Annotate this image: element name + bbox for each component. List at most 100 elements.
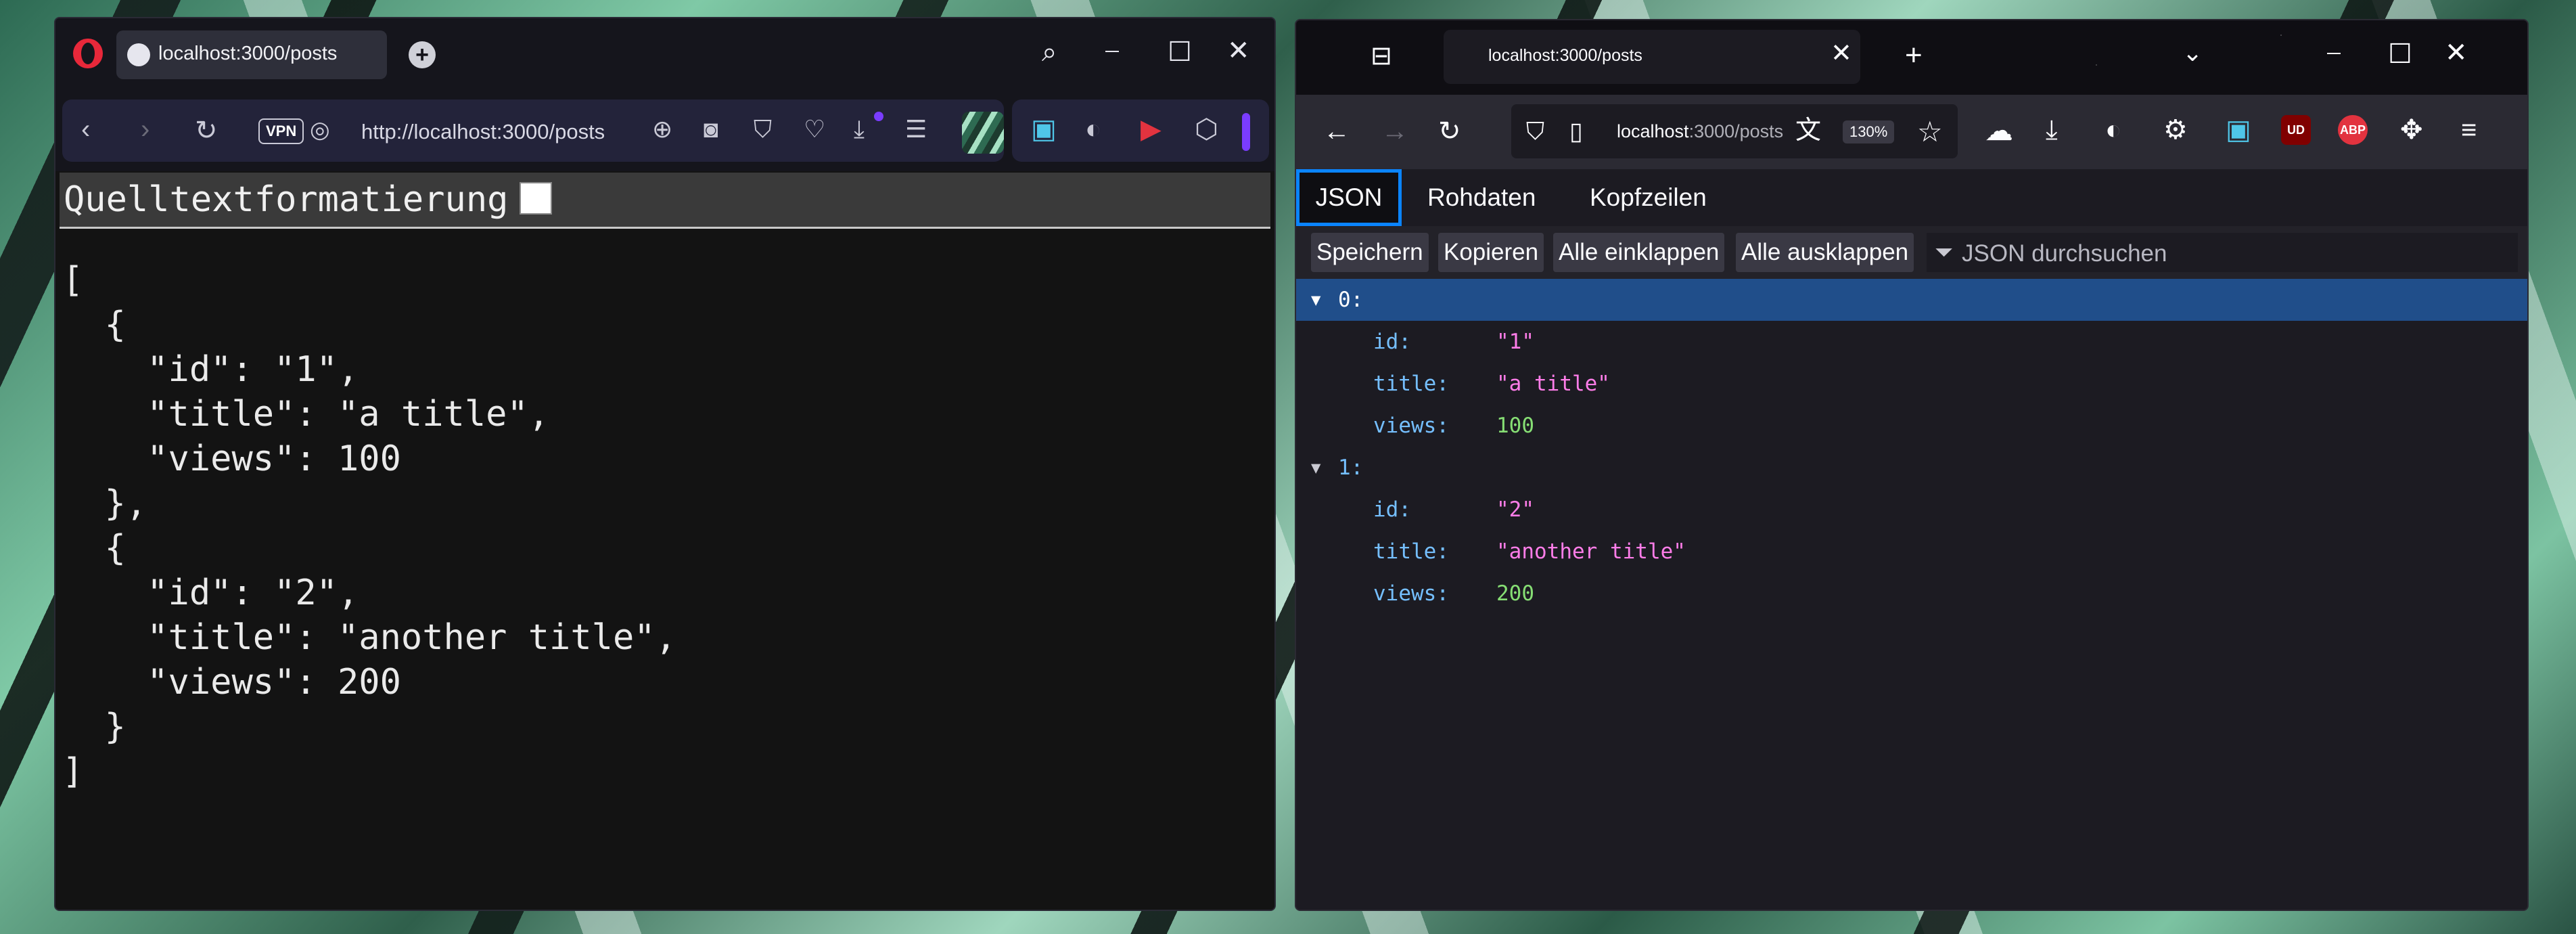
- tree-row[interactable]: title: "another title": [1296, 531, 2527, 573]
- new-tab-button[interactable]: +: [409, 41, 436, 68]
- tree-key: id:: [1373, 497, 1411, 522]
- url-host: localhost: [1617, 121, 1689, 141]
- expand-triangle-icon[interactable]: ▼: [1311, 279, 1320, 321]
- snapshot-camera-icon[interactable]: ◙: [704, 117, 718, 141]
- back-icon[interactable]: ←: [1323, 118, 1350, 145]
- firefox-browser-window: ⊟ localhost:3000/posts ✕ + ⌄ ⎯ ☐ ✕ ← → ↻…: [1295, 19, 2529, 911]
- privacy-extension-icon[interactable]: ⚙: [2163, 116, 2188, 143]
- translate-extension-icon[interactable]: ◐: [1085, 116, 1101, 143]
- tree-value: "1": [1496, 330, 1534, 354]
- zoom-level-button[interactable]: 130%: [1843, 120, 1895, 143]
- list-all-tabs-icon[interactable]: ⌄: [2182, 41, 2203, 65]
- tab-headers[interactable]: Kopfzeilen: [1573, 169, 1723, 226]
- vpn-badge[interactable]: VPN: [258, 118, 304, 144]
- shield-icon[interactable]: ⛉: [754, 117, 772, 141]
- tree-row-object-1[interactable]: ▼ 1:: [1296, 447, 2527, 489]
- filter-placeholder: JSON durchsuchen: [1962, 240, 2167, 267]
- back-icon[interactable]: ‹: [81, 116, 90, 143]
- pretty-print-checkbox[interactable]: [520, 182, 552, 215]
- opera-page-content: Quelltextformatierung [ { "id": "1", "ti…: [55, 171, 1274, 910]
- extensions-puzzle-icon[interactable]: ✥: [2400, 116, 2423, 143]
- tab-raw-data[interactable]: Rohdaten: [1411, 169, 1552, 226]
- opera-title-bar: localhost:3000/posts + ⌕ ⎯ ☐ ✕: [55, 18, 1274, 93]
- tree-value: 100: [1496, 414, 1534, 438]
- bookmark-star-icon[interactable]: ☆: [1917, 118, 1943, 146]
- tree-row[interactable]: title: "a title": [1296, 363, 2527, 405]
- opera-tab[interactable]: localhost:3000/posts: [116, 30, 387, 79]
- tree-value: 200: [1496, 581, 1534, 606]
- download-indicator-dot: [874, 112, 883, 121]
- tracking-protection-shield-icon[interactable]: ⛉: [1526, 119, 1544, 143]
- cube-extension-icon[interactable]: ⬡: [1195, 116, 1218, 143]
- download-icon[interactable]: ⤓: [854, 117, 865, 141]
- new-tab-icon[interactable]: +: [1905, 41, 1923, 70]
- save-button[interactable]: Speichern: [1311, 233, 1429, 272]
- extension-cloud-icon[interactable]: ☁: [1985, 116, 2013, 145]
- reload-icon[interactable]: ↻: [1438, 118, 1461, 145]
- reload-icon[interactable]: ↻: [195, 117, 218, 144]
- extensions-bar: ▣ ◐ ▶ ⬡: [1012, 99, 1269, 162]
- video-extension-icon[interactable]: ▶: [1141, 116, 1162, 143]
- pretty-print-bar: Quelltextformatierung: [60, 173, 1270, 229]
- tab-json[interactable]: JSON: [1296, 169, 1402, 226]
- firefox-tab-title: localhost:3000/posts: [1488, 46, 1642, 65]
- save-extension-icon[interactable]: ▣: [1031, 116, 1057, 143]
- globe-icon: [127, 43, 150, 66]
- tree-key: title:: [1373, 372, 1449, 396]
- close-tab-icon[interactable]: ✕: [1831, 41, 1852, 66]
- tree-row-object-0[interactable]: ▼ 0:: [1296, 279, 2527, 321]
- url-text[interactable]: localhost:3000/posts: [1617, 121, 1783, 142]
- zoom-icon[interactable]: ⊕: [652, 117, 672, 141]
- downloads-icon[interactable]: ⤓: [2046, 116, 2058, 143]
- translate-extension-icon[interactable]: ◐: [2105, 116, 2121, 143]
- maximize-button[interactable]: ☐: [2388, 41, 2412, 68]
- json-tree: ▼ 0: id: "1" title: "a title" views: 100…: [1296, 279, 2527, 910]
- tree-row[interactable]: id: "2": [1296, 489, 2527, 531]
- opera-tab-title: localhost:3000/posts: [158, 43, 338, 64]
- save-extension-icon[interactable]: ▣: [2226, 116, 2251, 143]
- address-bar: ‹ › ↻ VPN ◎ http://localhost:3000/posts …: [62, 99, 1004, 162]
- expand-triangle-icon[interactable]: ▼: [1311, 447, 1320, 489]
- page-info-icon[interactable]: ▯: [1569, 119, 1583, 143]
- sidebar-indicator: [1242, 113, 1250, 151]
- raw-json-text: [ { "id": "1", "title": "a title", "view…: [62, 260, 676, 792]
- easy-setup-icon[interactable]: ☰: [905, 117, 927, 141]
- json-toolbar: Speichern Kopieren Alle einklappen Alle …: [1296, 226, 2527, 279]
- tree-row[interactable]: id: "1": [1296, 321, 2527, 363]
- tab-list-icon[interactable]: ⊟: [1371, 43, 1392, 69]
- opera-navigation-bar: ‹ › ↻ VPN ◎ http://localhost:3000/posts …: [55, 93, 1274, 171]
- json-filter-input[interactable]: ⏷ JSON durchsuchen: [1927, 233, 2518, 272]
- tree-value: "a title": [1496, 372, 1610, 396]
- close-button[interactable]: ✕: [1227, 37, 1250, 64]
- translate-icon[interactable]: 文: [1795, 118, 1821, 143]
- application-menu-icon[interactable]: ≡: [2461, 116, 2477, 143]
- url-field[interactable]: http://localhost:3000/posts: [361, 120, 605, 144]
- tree-row[interactable]: views: 200: [1296, 573, 2527, 615]
- json-viewer-tabs: JSON Rohdaten Kopfzeilen: [1296, 169, 2527, 227]
- adblock-plus-icon[interactable]: ABP: [2338, 115, 2368, 145]
- tree-row[interactable]: views: 100: [1296, 405, 2527, 447]
- url-bar[interactable]: ⛉ ▯ localhost:3000/posts 文 130% ☆: [1511, 104, 1958, 158]
- heart-icon[interactable]: ♡: [804, 117, 825, 141]
- maximize-button[interactable]: ☐: [1168, 39, 1192, 66]
- search-tabs-icon[interactable]: ⌕: [1042, 39, 1057, 66]
- forward-icon[interactable]: →: [1381, 118, 1408, 145]
- minimize-button[interactable]: ⎯: [1105, 36, 1119, 63]
- minimize-button[interactable]: ⎯: [2327, 38, 2341, 65]
- opera-browser-window: localhost:3000/posts + ⌕ ⎯ ☐ ✕ ‹ › ↻ VPN…: [54, 17, 1276, 911]
- close-button[interactable]: ✕: [2445, 39, 2468, 66]
- firefox-tab-bar: ⊟ localhost:3000/posts ✕ + ⌄ ⎯ ☐ ✕: [1296, 20, 2527, 95]
- forward-icon[interactable]: ›: [141, 116, 150, 143]
- opera-menu-icon[interactable]: [73, 39, 103, 68]
- expand-all-button[interactable]: Alle ausklappen: [1736, 233, 1914, 272]
- profile-sticker-icon[interactable]: [962, 112, 1004, 154]
- collapse-all-button[interactable]: Alle einklappen: [1553, 233, 1725, 272]
- site-info-icon[interactable]: ◎: [310, 118, 330, 141]
- copy-button[interactable]: Kopieren: [1438, 233, 1544, 272]
- ublock-origin-icon[interactable]: UD: [2281, 115, 2311, 145]
- tree-value: "another title": [1496, 539, 1686, 564]
- tree-key: views:: [1373, 414, 1449, 438]
- tree-index: 1:: [1338, 455, 1364, 480]
- tree-value: "2": [1496, 497, 1534, 522]
- firefox-tab[interactable]: localhost:3000/posts ✕: [1444, 30, 1860, 84]
